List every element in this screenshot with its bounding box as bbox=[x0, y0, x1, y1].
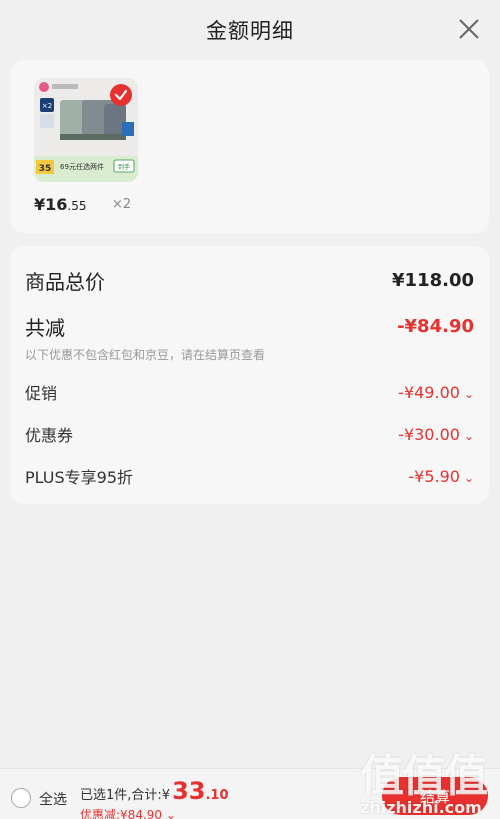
product-price-cents: .55 bbox=[67, 199, 87, 213]
svg-text:×2: ×2 bbox=[42, 102, 52, 110]
footer-total-main: 33 bbox=[172, 777, 206, 805]
chevron-down-icon: ⌄ bbox=[463, 428, 474, 443]
reduce-label: 共减 bbox=[25, 316, 65, 340]
header: 金额明细 bbox=[0, 0, 500, 60]
svg-text:到手: 到手 bbox=[118, 163, 130, 171]
chevron-down-icon: ⌄ bbox=[463, 386, 474, 401]
total-value: ¥118.00 bbox=[392, 270, 474, 291]
reduce-row: 共减 -¥84.90 bbox=[25, 312, 474, 341]
discount-item-value: -¥5.90 bbox=[408, 466, 460, 486]
total-label: 商品总价 bbox=[25, 270, 105, 294]
discount-note: 以下优惠不包含红包和京豆，请在结算页查看 bbox=[25, 348, 266, 362]
discount-item-label: 促销 bbox=[25, 384, 58, 403]
discount-item-coupon[interactable]: 优惠券 -¥30.00 ⌄ bbox=[25, 422, 474, 446]
svg-text:69元任选两件: 69元任选两件 bbox=[60, 162, 104, 171]
discount-item-plus[interactable]: PLUS专享95折 -¥5.90 ⌄ bbox=[25, 464, 474, 488]
select-all-label[interactable]: 全选 bbox=[39, 789, 67, 809]
select-all-radio[interactable] bbox=[11, 788, 31, 808]
selected-count-label: 已选1件,合计:¥ bbox=[80, 788, 171, 803]
close-icon[interactable] bbox=[456, 16, 482, 42]
total-line: 已选1件,合计:¥ 33 .10 bbox=[80, 777, 229, 805]
discount-item-label: 优惠券 bbox=[25, 426, 74, 445]
discount-item-value: -¥49.00 bbox=[398, 382, 460, 402]
footer-discount-text: 优惠减:¥84.90 bbox=[80, 808, 163, 819]
checkout-bar: 全选 已选1件,合计:¥ 33 .10 优惠减:¥84.90 ⌄ 结算 bbox=[0, 768, 500, 819]
selected-check-icon[interactable] bbox=[110, 84, 132, 106]
checkout-button[interactable]: 结算 bbox=[382, 777, 488, 815]
product-price-main: ¥16 bbox=[34, 195, 68, 214]
discount-item-label: PLUS专享95折 bbox=[25, 468, 133, 487]
svg-text:35: 35 bbox=[39, 164, 52, 174]
product-price: ¥16.55 bbox=[34, 195, 87, 214]
discount-item-promo[interactable]: 促销 -¥49.00 ⌄ bbox=[25, 380, 474, 404]
chevron-down-icon: ⌄ bbox=[463, 470, 474, 485]
footer-total-cents: .10 bbox=[205, 788, 229, 803]
footer-discount[interactable]: 优惠减:¥84.90 ⌄ bbox=[80, 806, 176, 819]
page-title: 金额明细 bbox=[206, 19, 294, 43]
summary-card: 商品总价 ¥118.00 共减 -¥84.90 以下优惠不包含红包和京豆，请在结… bbox=[10, 246, 489, 504]
product-quantity: ×2 bbox=[112, 197, 132, 212]
product-thumbnail[interactable]: ×2 35 69元任选两件 到手 bbox=[34, 78, 138, 182]
total-row: 商品总价 ¥118.00 bbox=[25, 266, 474, 295]
chevron-down-icon: ⌄ bbox=[165, 808, 176, 819]
discount-item-value: -¥30.00 bbox=[398, 424, 460, 444]
reduce-value: -¥84.90 bbox=[397, 316, 474, 337]
